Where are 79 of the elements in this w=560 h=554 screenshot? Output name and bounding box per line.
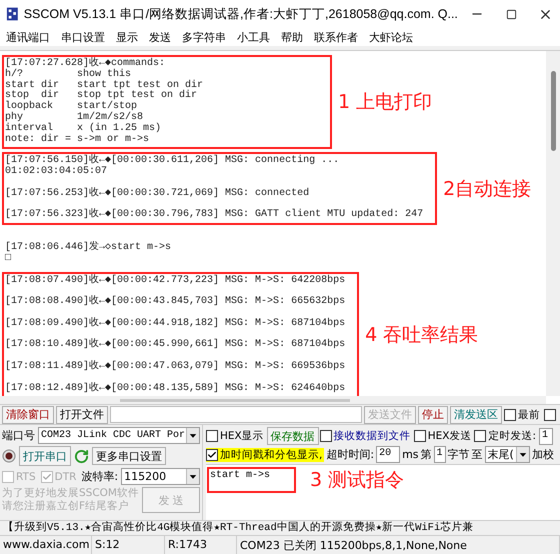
unit-label: ms [402, 448, 419, 461]
log-line: start dir start tpt test on dir [5, 80, 204, 91]
annotation-text: 1 上电打印 [338, 90, 434, 116]
menu-item[interactable]: 帮助 [281, 30, 303, 44]
hex-send-checkbox[interactable]: HEX发送 [414, 429, 474, 443]
save-data-button[interactable]: 保存数据 [266, 427, 319, 445]
clear-window-button[interactable]: 清除窗口 [2, 406, 54, 424]
receive-to-file-checkbox[interactable]: 接收数据到文件 [320, 429, 413, 443]
port-select[interactable]: COM23 JLink CDC UART Por [38, 427, 200, 444]
promo-text: 为了更好地发展SSCOM软件 请您注册嘉立创F结尾客户 [2, 487, 139, 513]
open-file-button[interactable]: 打开文件 [56, 406, 108, 424]
app-icon [6, 6, 19, 22]
timeout-label: 超时时间: [326, 447, 374, 462]
port-label: 端口号 [2, 428, 35, 443]
annotation-text: 4 吞吐率结果 [365, 322, 480, 348]
log-line: note: dir = s->m or m->s [5, 134, 150, 146]
checkbox[interactable] [504, 408, 516, 420]
checkbox[interactable] [206, 448, 218, 460]
interval-field[interactable]: 1 [539, 428, 554, 444]
to-label: 至 [472, 447, 483, 462]
log-line: [17:08:09.490]收←◆[00:00:44.918,182] MSG: M->S: 687104bps [5, 318, 346, 330]
checkbox[interactable] [414, 430, 426, 442]
timeout-field[interactable]: 20 [376, 446, 400, 463]
status-text: www.daxia.com [0, 536, 92, 554]
clear-send-button[interactable]: 清发送区 [450, 406, 502, 424]
refresh-icon[interactable] [74, 448, 89, 464]
checkbox[interactable] [474, 430, 486, 442]
checkbox[interactable] [320, 430, 332, 442]
menu-item[interactable]: 显示 [116, 30, 138, 44]
scrollbar[interactable] [546, 51, 560, 396]
byte-label: 字节 [448, 447, 470, 462]
log-line: [17:08:12.489]收←◆[00:00:48.135,589] MSG: M->S: 624640bps [5, 384, 346, 394]
topmost-checkbox[interactable]: 最前 [504, 408, 542, 422]
log-line: 01:02:03:04:05:07 [5, 167, 108, 178]
log-line: loopback start/stop [5, 102, 138, 112]
annotation-text: 3 测试指令 [310, 468, 406, 493]
log-line: [17:08:10.489]收←◆[00:00:45.990,661] MSG: M->S: 687104bps [5, 340, 346, 352]
baud-select[interactable]: 115200 [121, 468, 200, 485]
scrollbar[interactable] [0, 396, 546, 404]
log-line: [17:08:07.490]收←◆[00:00:42.773,223] MSG: M->S: 642208bps [5, 276, 346, 286]
menu-item[interactable]: 联系作者 [314, 30, 358, 44]
log-line: h/? show this [5, 70, 132, 80]
log-line: [17:08:11.489]收←◆[00:00:47.063,079] MSG: M->S: 669536bps [5, 362, 346, 373]
timed-send-checkbox[interactable]: 定时发送: [474, 429, 538, 443]
log-line: □ [5, 254, 12, 265]
hex-display-checkbox[interactable]: HEX显示 [206, 429, 266, 443]
status-text: S:12 [92, 536, 165, 554]
menu-item[interactable]: 大虾论坛 [369, 30, 413, 44]
checksum-label: 加校 [532, 447, 554, 462]
baud-label: 波特率: [81, 469, 118, 484]
log-line: [17:08:08.490]收←◆[00:00:43.845,703] MSG: M->S: 665632bps [5, 297, 346, 308]
status-text: R:1743 [165, 536, 237, 554]
open-port-button[interactable]: 打开串口 [19, 446, 71, 466]
ticker-text: 【升级到V5.13.★合宙高性价比4G模块值得★RT-Thread中国人的开源免费操★新一代WiFi芯片兼 [0, 520, 560, 535]
end-select[interactable]: 末尾( [484, 446, 530, 463]
menu-item[interactable]: 串口设置 [61, 30, 105, 44]
file-path-field[interactable] [110, 406, 362, 423]
timestamp-checkbox[interactable]: 加时间戳和分包显示, [206, 448, 324, 462]
log-line: phy 1m/2m/s2/s8 [5, 112, 144, 123]
log-line: [17:07:27.628]收←◆commands: [5, 59, 166, 69]
log-line: [17:08:06.446]发→◇start m->s [5, 242, 172, 254]
stop-button[interactable]: 停止 [418, 406, 448, 424]
menu-item[interactable]: 小工具 [237, 30, 270, 44]
byte-label: 第 [420, 447, 432, 462]
send-input[interactable]: start m->s [207, 467, 296, 493]
menu-item[interactable]: 发送 [149, 30, 171, 44]
status-text: COM23 已关闭 115200bps,8,1,None,None [237, 536, 560, 554]
log-line: [17:07:56.150]收←◆[00:00:30.611,206] MSG: connecting ... [5, 156, 340, 166]
log-line: [17:07:56.253]收←◆[00:00:30.721,069] MSG: connected [5, 188, 310, 200]
checkbox[interactable] [206, 430, 218, 442]
menu-item[interactable]: 通讯端口 [6, 30, 50, 44]
log-line: interval x (in 1.25 ms) [5, 124, 162, 134]
log-line: stop dir stop tpt test on dir [5, 91, 198, 102]
log-line: [17:07:56.323]收←◆[00:00:30.796,783] MSG: GATT client MTU updated: 247 [5, 210, 424, 222]
window-title: SSCOM V5.13.1 串口/网络数据调试器,作者:大虾丁丁,2618058@qq.com. Q... [24, 6, 458, 22]
menu-item[interactable]: 多字符串 [182, 30, 226, 44]
more-settings-button[interactable]: 更多串口设置 [92, 447, 166, 465]
annotation-text: 2自动连接 [443, 176, 532, 202]
start-byte-field[interactable]: 1 [434, 446, 446, 463]
